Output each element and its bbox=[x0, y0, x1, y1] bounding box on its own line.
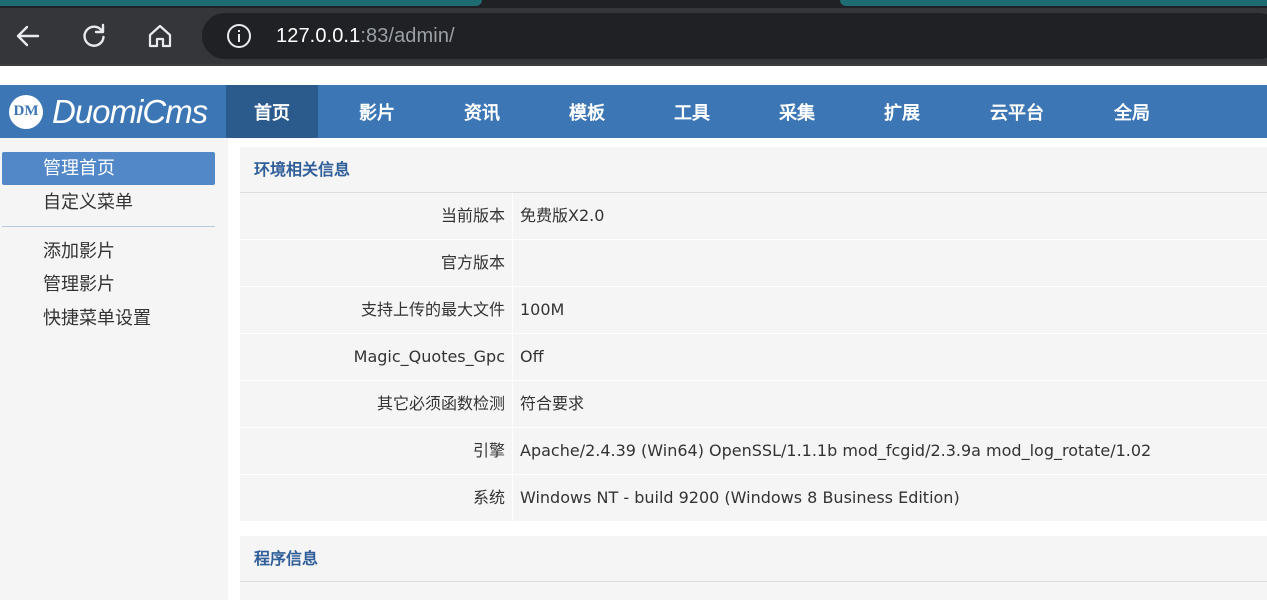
url-path: :83/admin/ bbox=[360, 25, 455, 47]
menu-item-tools[interactable]: 工具 bbox=[646, 85, 738, 138]
row-label: 系统 bbox=[240, 475, 513, 521]
table-row: 其它必须函数检测 符合要求 bbox=[240, 381, 1267, 428]
menu-item-collect[interactable]: 采集 bbox=[738, 85, 856, 138]
menu-item-news[interactable]: 资讯 bbox=[436, 85, 528, 138]
row-value: 100M bbox=[520, 300, 565, 319]
admin-page: DM DuomiCms 首页 影片 资讯 模板 工具 采集 扩展 云平台 全局 … bbox=[0, 66, 1267, 600]
menu-item-home[interactable]: 首页 bbox=[226, 85, 318, 138]
browser-tabstrip bbox=[0, 0, 1267, 8]
main-content: 环境相关信息 当前版本 免费版X2.0 官方版本 支持上传的最大文件 100M … bbox=[228, 138, 1267, 600]
site-logo[interactable]: DM DuomiCms bbox=[0, 85, 226, 138]
panel-title: 程序信息 bbox=[240, 536, 1267, 582]
panel-title: 环境相关信息 bbox=[240, 147, 1267, 193]
row-label: 当前版本 bbox=[240, 193, 513, 239]
menu-item-movies[interactable]: 影片 bbox=[318, 85, 436, 138]
sidebar-item-manage-movies[interactable]: 管理影片 bbox=[2, 268, 215, 301]
row-label: 官方版本 bbox=[240, 240, 513, 286]
home-button[interactable] bbox=[144, 20, 176, 52]
table-row: 引擎 Apache/2.4.39 (Win64) OpenSSL/1.1.1b … bbox=[240, 428, 1267, 475]
sidebar-item-custom-menu[interactable]: 自定义菜单 bbox=[2, 186, 215, 219]
back-button[interactable] bbox=[12, 20, 44, 52]
url-text[interactable]: 127.0.0.1:83/admin/ bbox=[276, 25, 455, 48]
row-value: 符合要求 bbox=[520, 394, 585, 413]
browser-toolbar: 127.0.0.1:83/admin/ bbox=[0, 8, 1267, 64]
table-row: Magic_Quotes_Gpc Off bbox=[240, 334, 1267, 381]
main-menu: 首页 影片 资讯 模板 工具 采集 扩展 云平台 全局 bbox=[226, 85, 1178, 138]
sidebar-item-add-movie[interactable]: 添加影片 bbox=[2, 235, 215, 268]
address-bar[interactable]: 127.0.0.1:83/admin/ bbox=[202, 13, 1267, 59]
sidebar: 管理首页 自定义菜单 添加影片 管理影片 快捷菜单设置 bbox=[0, 138, 228, 600]
table-row: 当前版本 免费版X2.0 bbox=[240, 193, 1267, 240]
program-info-panel: 程序信息 bbox=[240, 536, 1267, 600]
url-host: 127.0.0.1 bbox=[276, 25, 361, 47]
menu-item-cloud[interactable]: 云平台 bbox=[948, 85, 1086, 138]
sidebar-item-admin-home[interactable]: 管理首页 bbox=[2, 152, 215, 185]
table-row: 支持上传的最大文件 100M bbox=[240, 287, 1267, 334]
row-label: 支持上传的最大文件 bbox=[240, 287, 513, 333]
row-value bbox=[513, 240, 1267, 286]
row-value: Windows NT - build 9200 (Windows 8 Busin… bbox=[520, 488, 960, 507]
sidebar-item-shortcut-settings[interactable]: 快捷菜单设置 bbox=[2, 302, 215, 335]
logo-text: DuomiCms bbox=[52, 92, 208, 130]
table-row: 系统 Windows NT - build 9200 (Windows 8 Bu… bbox=[240, 475, 1267, 522]
reload-icon bbox=[83, 23, 105, 47]
row-label: Magic_Quotes_Gpc bbox=[240, 334, 513, 380]
reload-button[interactable] bbox=[78, 20, 110, 52]
env-info-panel: 环境相关信息 当前版本 免费版X2.0 官方版本 支持上传的最大文件 100M … bbox=[240, 147, 1267, 522]
arrow-left-icon bbox=[16, 25, 40, 47]
row-value: Off bbox=[520, 347, 544, 366]
logo-mark-icon: DM bbox=[9, 94, 43, 129]
menu-item-templates[interactable]: 模板 bbox=[528, 85, 646, 138]
menu-item-global[interactable]: 全局 bbox=[1086, 85, 1178, 138]
table-row: 官方版本 bbox=[240, 240, 1267, 287]
menu-item-extend[interactable]: 扩展 bbox=[856, 85, 948, 138]
browser-tab[interactable] bbox=[840, 0, 1267, 6]
row-value: Apache/2.4.39 (Win64) OpenSSL/1.1.1b mod… bbox=[520, 441, 1152, 460]
home-icon bbox=[148, 24, 172, 48]
top-navbar: DM DuomiCms 首页 影片 资讯 模板 工具 采集 扩展 云平台 全局 bbox=[0, 85, 1267, 138]
row-label: 引擎 bbox=[240, 428, 513, 474]
row-value: 免费版X2.0 bbox=[520, 206, 605, 225]
info-circle-icon[interactable] bbox=[226, 23, 252, 49]
row-label: 其它必须函数检测 bbox=[240, 381, 513, 427]
sidebar-divider bbox=[2, 226, 215, 227]
browser-tab[interactable] bbox=[0, 0, 482, 6]
